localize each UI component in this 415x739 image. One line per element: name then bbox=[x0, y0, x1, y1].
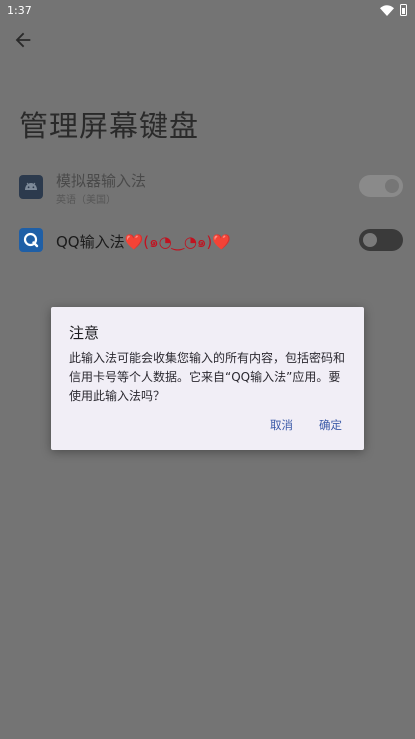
cancel-button[interactable]: 取消 bbox=[270, 417, 293, 433]
keyboard-row-qq[interactable]: QQ输入法❤️(๑◔‿◔๑)❤️ bbox=[0, 222, 415, 270]
back-arrow-icon[interactable] bbox=[12, 29, 34, 51]
status-time: 1:37 bbox=[7, 3, 32, 17]
dialog-message: 此输入法可能会收集您输入的所有内容，包括密码和信用卡号等个人数据。它来自“QQ输… bbox=[69, 351, 346, 403]
keyboard-subtitle: 英语（美国） bbox=[56, 195, 116, 206]
android-icon bbox=[19, 175, 43, 199]
ok-button[interactable]: 确定 bbox=[319, 417, 342, 433]
keyboard-toggle-on[interactable] bbox=[359, 175, 403, 197]
keyboard-row-emulator[interactable]: 模拟器输入法 英语（美国） bbox=[0, 163, 415, 211]
qq-icon bbox=[19, 228, 43, 252]
keyboard-name: QQ输入法❤️(๑◔‿◔๑)❤️ bbox=[56, 230, 231, 254]
wifi-icon bbox=[380, 4, 394, 16]
keyboard-name-text: QQ输入法 bbox=[56, 233, 125, 251]
battery-icon bbox=[400, 4, 407, 16]
keyboard-toggle-off[interactable] bbox=[359, 229, 403, 251]
keyboard-name: 模拟器输入法 bbox=[56, 172, 147, 190]
status-icons bbox=[380, 4, 407, 16]
warning-dialog: 注意 此输入法可能会收集您输入的所有内容，包括密码和信用卡号等个人数据。它来自“… bbox=[51, 307, 364, 450]
page-title: 管理屏幕键盘 bbox=[19, 109, 200, 143]
dialog-title: 注意 bbox=[69, 324, 100, 342]
status-bar: 1:37 bbox=[0, 0, 415, 20]
toggle-knob bbox=[363, 233, 377, 247]
toggle-knob bbox=[385, 179, 399, 193]
keyboard-name-suffix: ❤️(๑◔‿◔๑)❤️ bbox=[124, 233, 231, 251]
